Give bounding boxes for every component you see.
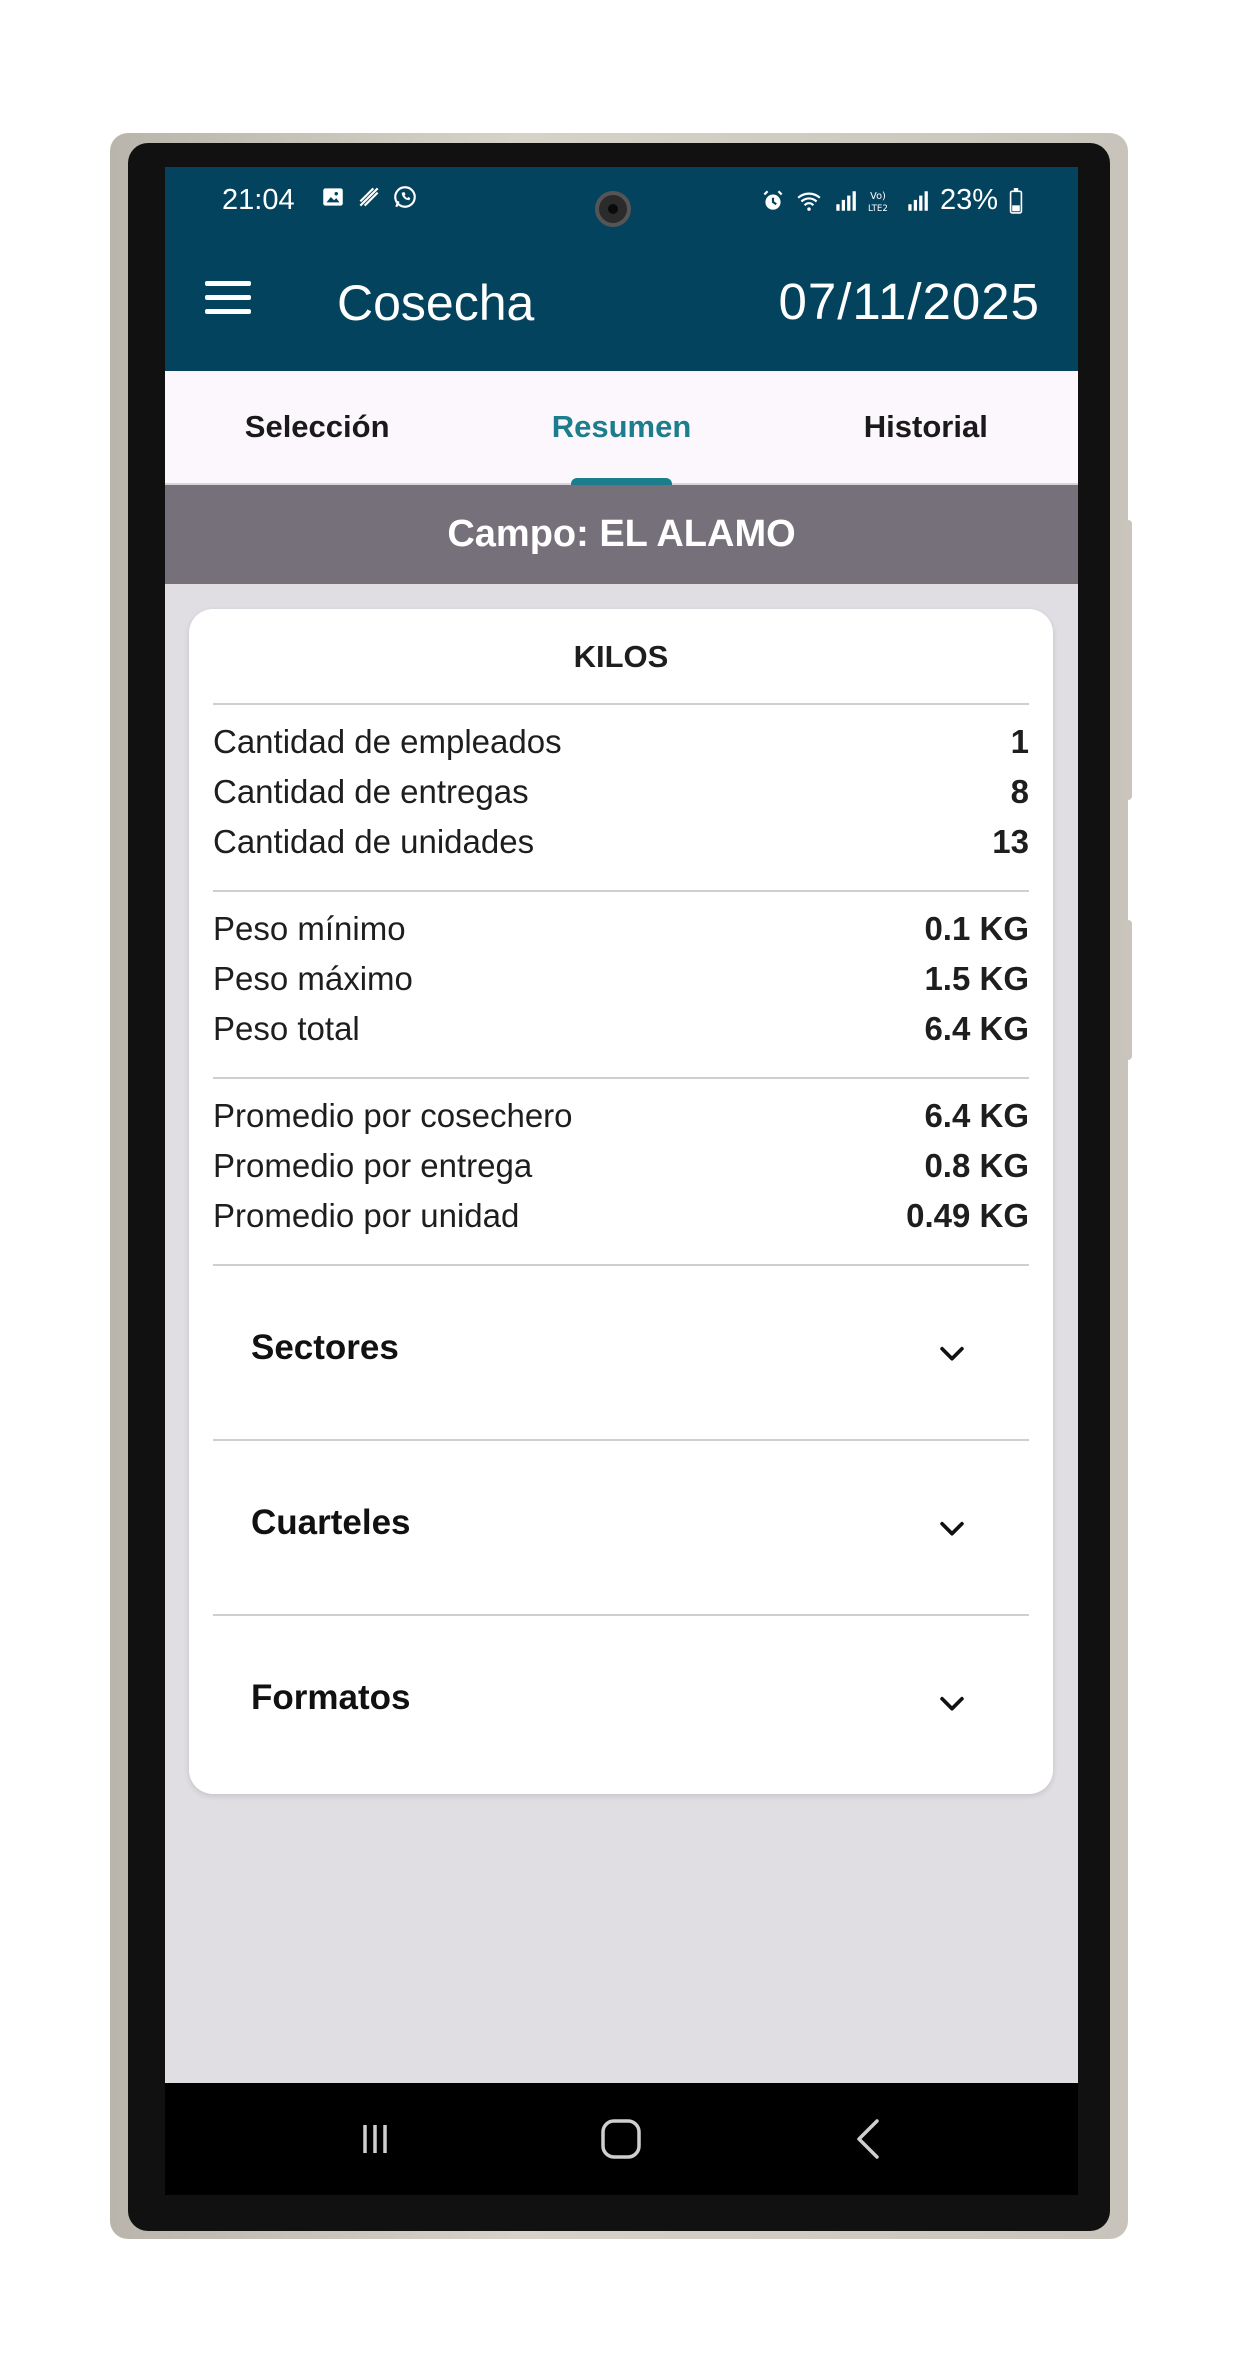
- stat-label: Promedio por unidad: [213, 1197, 520, 1234]
- battery-icon: [1009, 187, 1023, 214]
- slash-icon: [359, 187, 379, 207]
- alarm-icon: [763, 189, 783, 210]
- stat-row: Promedio por cosechero 6.4 KG: [213, 1093, 1029, 1139]
- screen: 21:04 Vo) LTE2 23% Cosecha 07/11/2025 Sel…: [165, 167, 1078, 2195]
- page-title: Cosecha: [337, 275, 535, 331]
- tab-bar: Selección Resumen Historial: [165, 371, 1078, 485]
- app-bar: Cosecha 07/11/2025: [165, 236, 1078, 371]
- stat-label: Peso mínimo: [213, 910, 406, 947]
- stat-row: Promedio por unidad 0.49 KG: [213, 1193, 1029, 1239]
- status-right-icons: Vo) LTE2 23%: [760, 184, 1024, 217]
- stat-value: 0.8 KG: [924, 1147, 1029, 1184]
- power-button: [1122, 520, 1132, 800]
- tab-historial[interactable]: Historial: [774, 371, 1078, 483]
- volte-icon: Vo) LTE2: [868, 190, 888, 213]
- tab-seleccion[interactable]: Selección: [165, 371, 469, 483]
- stat-value: 0.49 KG: [906, 1197, 1029, 1234]
- chevron-down-icon: [940, 1346, 964, 1361]
- stat-value: 1: [1010, 723, 1029, 760]
- chevron-down-icon: [940, 1696, 964, 1711]
- expander-label: Sectores: [251, 1328, 399, 1367]
- svg-text:LTE2: LTE2: [868, 203, 888, 213]
- stat-value: 8: [1010, 773, 1029, 810]
- stat-row: Cantidad de unidades 13: [213, 819, 1029, 865]
- front-camera: [595, 191, 631, 227]
- tab-resumen[interactable]: Resumen: [469, 371, 773, 485]
- stat-value: 6.4 KG: [924, 1010, 1029, 1047]
- stat-label: Promedio por entrega: [213, 1147, 533, 1184]
- stat-value: 6.4 KG: [924, 1097, 1029, 1134]
- stat-row: Cantidad de entregas 8: [213, 769, 1029, 815]
- menu-icon[interactable]: [205, 281, 251, 321]
- status-time: 21:04: [222, 184, 295, 216]
- stat-row: Cantidad de empleados 1: [213, 719, 1029, 765]
- recents-icon[interactable]: [345, 2113, 405, 2165]
- expander-label: Cuarteles: [251, 1503, 411, 1542]
- stat-label: Cantidad de empleados: [213, 723, 562, 760]
- stat-row: Peso máximo 1.5 KG: [213, 956, 1029, 1002]
- divider: [213, 703, 1029, 705]
- stat-value: 0.1 KG: [924, 910, 1029, 947]
- stat-value: 1.5 KG: [924, 960, 1029, 997]
- wifi-icon: [797, 192, 821, 211]
- sectores-expander[interactable]: Sectores: [213, 1266, 1029, 1441]
- stat-label: Cantidad de entregas: [213, 773, 529, 810]
- status-left-icons: [320, 184, 418, 210]
- battery-percentage: 23%: [939, 184, 998, 216]
- svg-text:Vo): Vo): [870, 190, 886, 201]
- date-label[interactable]: 07/11/2025: [779, 272, 1040, 331]
- whatsapp-icon: [394, 186, 416, 208]
- stat-label: Peso máximo: [213, 960, 413, 997]
- navigation-bar: [165, 2083, 1078, 2195]
- summary-card: KILOS Cantidad de empleados 1 Cantidad d…: [189, 609, 1053, 1794]
- stat-row: Promedio por entrega 0.8 KG: [213, 1143, 1029, 1189]
- signal-icon: [908, 190, 928, 211]
- stat-row: Peso mínimo 0.1 KG: [213, 906, 1029, 952]
- home-icon[interactable]: [591, 2113, 651, 2165]
- stat-row: Peso total 6.4 KG: [213, 1006, 1029, 1052]
- formatos-expander[interactable]: Formatos: [213, 1616, 1029, 1791]
- image-icon: [323, 188, 343, 206]
- campo-header: Campo: EL ALAMO: [165, 485, 1078, 584]
- volume-button: [1122, 920, 1132, 1060]
- divider: [213, 1077, 1029, 1079]
- expander-label: Formatos: [251, 1678, 411, 1717]
- stat-value: 13: [992, 823, 1029, 860]
- divider: [213, 890, 1029, 892]
- stat-label: Cantidad de unidades: [213, 823, 535, 860]
- status-bar: 21:04 Vo) LTE2 23%: [165, 167, 1078, 236]
- back-icon[interactable]: [841, 2113, 901, 2165]
- chevron-down-icon: [940, 1521, 964, 1536]
- stat-label: Peso total: [213, 1010, 360, 1047]
- signal-icon: [836, 190, 856, 211]
- cuarteles-expander[interactable]: Cuarteles: [213, 1441, 1029, 1616]
- card-title: KILOS: [573, 639, 669, 674]
- stat-label: Promedio por cosechero: [213, 1097, 573, 1134]
